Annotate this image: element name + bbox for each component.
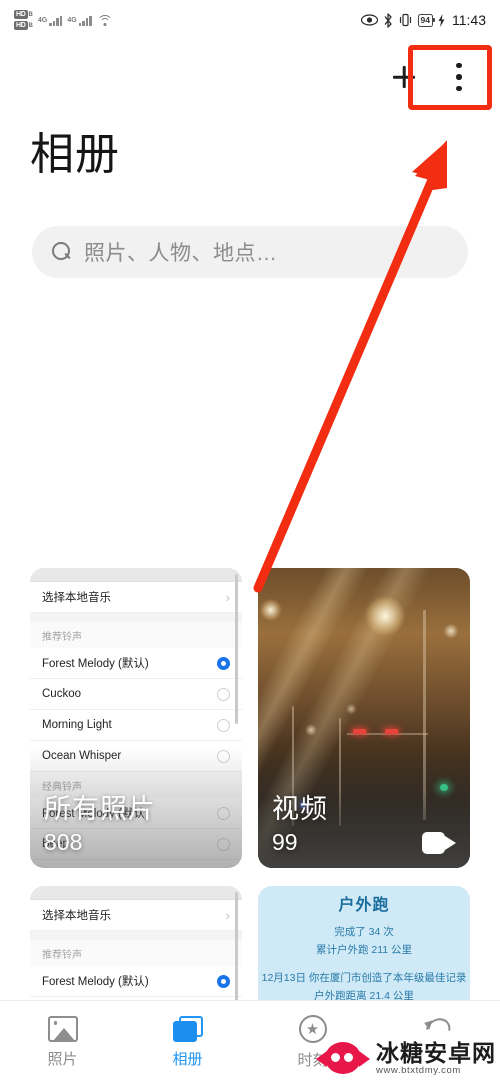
phone-screen: HD B HD B 4G 4G 94 11:43 相册 照片、人物、地点… 选择… (0, 0, 500, 1084)
thumb2-row-0-label: Forest Melody (默认) (42, 976, 149, 988)
watermark-title: 冰糖安卓网 (376, 1039, 496, 1066)
thumb-local-music-label: 选择本地音乐 (42, 592, 111, 604)
nav-item-photos[interactable]: 照片 (0, 1016, 125, 1069)
search-placeholder: 照片、人物、地点… (84, 242, 278, 265)
watermark-text: 冰糖安卓网 www.btxtdmy.com (376, 1041, 496, 1076)
more-options-button[interactable] (430, 48, 488, 106)
clock-time: 11:43 (452, 12, 486, 28)
hd-label-2: HD (14, 21, 28, 30)
more-dot-3 (456, 85, 462, 92)
thumb2-local-music-label: 选择本地音乐 (42, 910, 111, 922)
search-icon (52, 242, 72, 262)
radio-selected-icon (217, 974, 230, 988)
vibrate-icon (398, 13, 413, 27)
network-type-1: 4G (37, 16, 48, 24)
running-stats-card: 户外跑 完成了 34 次 累计户外跑 211 公里 12月13日 你在厦门市创造… (258, 886, 470, 1000)
photo-icon (47, 1016, 78, 1042)
album-count: 808 (44, 829, 83, 855)
signal-group-1: 4G (37, 15, 63, 26)
nav-label-photos: 照片 (47, 1051, 78, 1068)
album-grid: 选择本地音乐 › 推荐铃声 Forest Melody (默认) Cuckoo … (30, 568, 470, 1000)
hd-indicators: HD B HD B (14, 10, 33, 30)
wifi-icon (96, 14, 113, 26)
eye-icon (360, 14, 378, 26)
thumb-row-local-music: 选择本地音乐 › (30, 582, 242, 613)
album-card-all-photos[interactable]: 选择本地音乐 › 推荐铃声 Forest Melody (默认) Cuckoo … (30, 568, 242, 868)
album-name: 所有照片 (44, 794, 156, 824)
discover-curve-icon (420, 1013, 455, 1047)
nav-label-albums: 相册 (172, 1051, 203, 1068)
watermark-url: www.btxtdmy.com (376, 1064, 461, 1076)
thumb2-row-0: Forest Melody (默认) (30, 966, 242, 997)
nav-item-albums[interactable]: 相册 (125, 1016, 250, 1069)
thumb-row-1: Cuckoo (30, 679, 242, 710)
thumb-row-2: Morning Light (30, 710, 242, 741)
run-title: 户外跑 (338, 897, 390, 914)
run-line-4: 户外跑距离 21.4 公里 (314, 990, 414, 1000)
hd-label-1: HD (14, 10, 28, 19)
run-line-2: 累计户外跑 211 公里 (315, 944, 413, 956)
album-count: 99 (272, 829, 298, 855)
run-line-1: 完成了 34 次 (334, 926, 394, 938)
search-input[interactable]: 照片、人物、地点… (32, 226, 468, 278)
thumb-section-recommended: 推荐铃声 (30, 622, 242, 648)
bluetooth-icon (383, 12, 393, 28)
status-bar-left: HD B HD B 4G 4G (14, 10, 113, 30)
run-line-3: 12月13日 你在厦门市创造了本年级最佳记录 (261, 972, 467, 984)
video-camera-icon (422, 832, 456, 854)
header-actions (382, 48, 488, 106)
album-card-row2-left[interactable]: 选择本地音乐 › 推荐铃声 Forest Melody (默认) Cuckoo (30, 886, 242, 1000)
signal-bars-icon-2 (78, 15, 92, 26)
moments-star-icon: ★ (298, 1015, 327, 1043)
add-album-button[interactable] (382, 51, 426, 103)
thumb2-scrollbar (235, 892, 238, 1000)
thumb-row-1-label: Cuckoo (42, 688, 81, 700)
thumb-scrollbar (235, 574, 238, 724)
chevron-right-icon: › (225, 907, 230, 923)
chevron-right-icon: › (225, 589, 230, 605)
thumb-row-0-label: Forest Melody (默认) (42, 658, 149, 670)
album-thumbnail-ringtone-2: 选择本地音乐 › 推荐铃声 Forest Melody (默认) Cuckoo (30, 886, 242, 1000)
charging-bolt-icon (438, 13, 445, 27)
signal-group-2: 4G (67, 15, 92, 26)
hd-sub-2: B (28, 22, 33, 29)
thumb2-section-recommended: 推荐铃声 (30, 940, 242, 966)
more-dot-2 (456, 74, 462, 80)
radio-selected-icon (217, 656, 230, 670)
site-watermark: 冰糖安卓网 www.btxtdmy.com (316, 1040, 496, 1076)
album-card-videos[interactable]: 视频 99 (258, 568, 470, 868)
thumb-row-0: Forest Melody (默认) (30, 648, 242, 679)
network-type-2: 4G (67, 16, 77, 24)
watermark-logo-icon (316, 1040, 370, 1076)
album-card-row2-right[interactable]: 户外跑 完成了 34 次 累计户外跑 211 公里 12月13日 你在厦门市创造… (258, 886, 470, 1000)
radio-icon (217, 718, 230, 732)
thumb-row-2-label: Morning Light (42, 719, 112, 731)
status-bar: HD B HD B 4G 4G 94 11:43 (0, 0, 500, 40)
status-bar-right: 94 11:43 (360, 12, 486, 28)
more-dot-1 (456, 62, 462, 69)
albums-icon (172, 1016, 203, 1042)
battery-icon: 94 (417, 13, 436, 27)
hd-badge-sim1: HD B (14, 10, 33, 19)
page-title: 相册 (30, 130, 120, 179)
radio-icon (217, 687, 230, 701)
hd-badge-sim2: HD B (14, 21, 33, 30)
album-name: 视频 (272, 794, 328, 824)
hd-sub-1: B (28, 11, 33, 18)
thumb2-row-local-music: 选择本地音乐 › (30, 900, 242, 931)
signal-bars-icon-1 (49, 15, 63, 26)
